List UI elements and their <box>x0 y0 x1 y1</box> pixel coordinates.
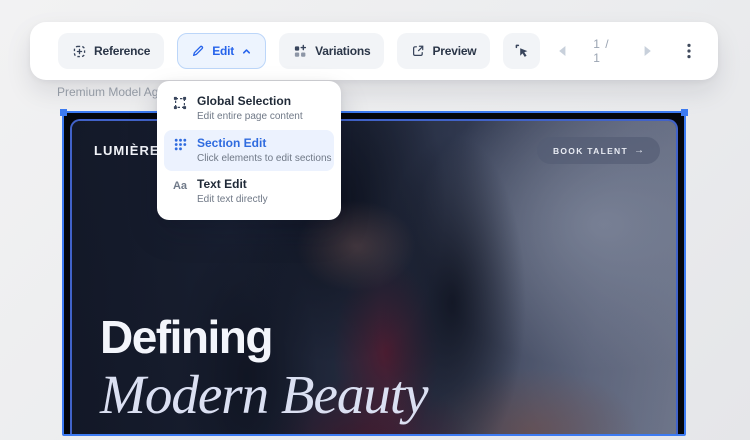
previous-page-button[interactable] <box>553 40 571 62</box>
preview-label: Preview <box>432 44 476 58</box>
menu-item-title: Section Edit <box>197 136 326 151</box>
cursor-select-button[interactable] <box>503 33 539 69</box>
toolbar: Reference Edit <box>30 22 718 80</box>
menu-item-section-edit[interactable]: Section Edit Click elements to edit sect… <box>164 130 334 172</box>
text-edit-aa-icon: Aa <box>172 178 188 194</box>
edit-button[interactable]: Edit <box>177 33 266 69</box>
heading-line-1: Defining <box>100 313 428 361</box>
menu-item-text-edit[interactable]: Aa Text Edit Edit text directly <box>164 171 334 213</box>
menu-item-global-selection[interactable]: Global Selection Edit entire page conten… <box>164 88 334 130</box>
kebab-icon <box>687 43 691 59</box>
preview-canvas[interactable]: LUMIÈRE Mgmt. BOOK TALENT → Defining Mod… <box>62 111 686 436</box>
book-talent-button[interactable]: BOOK TALENT → <box>537 137 660 164</box>
preview-button[interactable]: Preview <box>397 33 490 69</box>
selection-handle-top-left[interactable] <box>60 109 67 116</box>
section-edit-grid-icon <box>172 137 188 153</box>
variations-button[interactable]: Variations <box>279 33 384 69</box>
variations-grid-plus-icon <box>293 44 308 59</box>
app-window: Reference Edit <box>0 0 750 440</box>
book-talent-label: BOOK TALENT <box>553 146 628 156</box>
more-options-button[interactable] <box>680 40 698 62</box>
menu-item-subtitle: Click elements to edit sections <box>197 153 326 166</box>
menu-item-title: Global Selection <box>197 94 303 109</box>
cursor-select-icon <box>514 43 530 59</box>
menu-item-subtitle: Edit entire page content <box>197 111 303 124</box>
arrow-right-icon: → <box>634 145 644 156</box>
hero-heading: Defining Modern Beauty <box>100 313 428 422</box>
edit-label: Edit <box>212 44 234 58</box>
next-page-button[interactable] <box>639 40 657 62</box>
menu-item-subtitle: Edit text directly <box>197 194 268 207</box>
selection-handle-top-right[interactable] <box>681 109 688 116</box>
reference-button[interactable]: Reference <box>58 33 164 69</box>
reference-target-icon <box>72 44 87 59</box>
pencil-icon <box>191 44 205 58</box>
page-indicator: 1 / 1 <box>593 37 617 65</box>
next-page-icon <box>643 45 653 57</box>
canvas-caption: Premium Model Age <box>57 85 165 99</box>
chevron-up-icon <box>241 46 252 57</box>
pager: 1 / 1 <box>553 37 698 65</box>
variations-label: Variations <box>315 44 370 58</box>
reference-label: Reference <box>94 44 150 58</box>
external-link-icon <box>411 44 425 58</box>
previous-page-icon <box>557 45 567 57</box>
global-selection-icon <box>172 95 188 111</box>
menu-item-title: Text Edit <box>197 177 268 192</box>
logo-wordmark: LUMIÈRE <box>94 143 160 158</box>
edit-dropdown-menu: Global Selection Edit entire page conten… <box>157 81 341 220</box>
heading-line-2: Modern Beauty <box>100 367 428 422</box>
